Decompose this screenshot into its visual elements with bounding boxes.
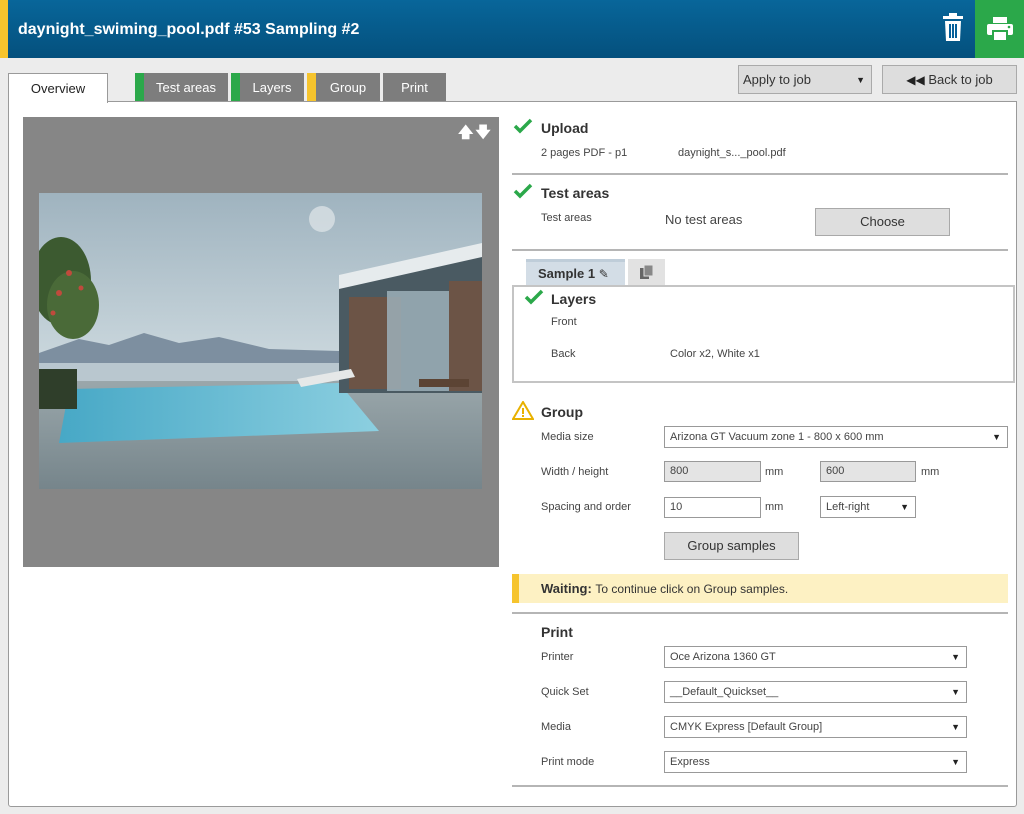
waiting-text: To continue click on Group samples. bbox=[595, 582, 789, 596]
tab-label: Group bbox=[329, 80, 367, 95]
apply-to-job-label: Apply to job bbox=[743, 72, 811, 87]
copy-sample-button[interactable] bbox=[628, 259, 665, 285]
chevron-down-icon: ▼ bbox=[992, 432, 1001, 442]
width-field[interactable]: 800 bbox=[664, 461, 761, 482]
height-unit: mm bbox=[921, 466, 940, 478]
divider bbox=[512, 173, 1008, 175]
choose-label: Choose bbox=[860, 214, 905, 229]
warning-icon bbox=[512, 401, 534, 420]
printer-icon bbox=[986, 17, 1013, 41]
group-title: Group bbox=[541, 404, 583, 420]
back-to-job-button[interactable]: ◀◀ Back to job bbox=[882, 65, 1017, 94]
move-up-down-icons[interactable]: 🡅🡇 bbox=[458, 122, 493, 147]
tab-overview[interactable]: Overview bbox=[8, 73, 108, 103]
chevron-down-icon: ▼ bbox=[856, 75, 865, 85]
waiting-banner: Waiting: To continue click on Group samp… bbox=[512, 574, 1008, 603]
layers-title: Layers bbox=[551, 291, 597, 307]
media-size-value: Arizona GT Vacuum zone 1 - 800 x 600 mm bbox=[670, 431, 884, 443]
quickset-value: __Default_Quickset__ bbox=[670, 686, 779, 698]
check-icon bbox=[513, 183, 533, 199]
chevron-down-icon: ▼ bbox=[951, 722, 960, 732]
choose-button[interactable]: Choose bbox=[815, 208, 950, 236]
tab-status-flag bbox=[307, 73, 316, 102]
tab-status-flag bbox=[231, 73, 240, 102]
chevron-down-icon: ▼ bbox=[951, 652, 960, 662]
group-samples-button[interactable]: Group samples bbox=[664, 532, 799, 560]
media-size-select[interactable]: Arizona GT Vacuum zone 1 - 800 x 600 mm … bbox=[664, 426, 1008, 448]
print-mode-value: Express bbox=[670, 756, 710, 768]
quickset-label: Quick Set bbox=[541, 686, 589, 698]
order-select[interactable]: Left-right ▼ bbox=[820, 496, 916, 518]
upload-title: Upload bbox=[541, 120, 589, 136]
sample-tab-label: Sample 1 bbox=[538, 266, 596, 281]
media-select[interactable]: CMYK Express [Default Group] ▼ bbox=[664, 716, 967, 738]
chevron-down-icon: ▼ bbox=[900, 502, 909, 512]
media-size-label: Media size bbox=[541, 431, 594, 443]
layers-back-value: Color x2, White x1 bbox=[670, 348, 760, 360]
tab-print[interactable]: Print bbox=[383, 73, 446, 102]
tab-sample-1[interactable]: Sample 1 ✎ bbox=[526, 259, 625, 285]
tab-layers[interactable]: Layers bbox=[231, 73, 304, 102]
check-icon bbox=[513, 118, 533, 134]
height-field[interactable]: 600 bbox=[820, 461, 916, 482]
edit-icon[interactable]: ✎ bbox=[599, 267, 609, 281]
width-height-label: Width / height bbox=[541, 466, 609, 478]
upload-file: daynight_s..._pool.pdf bbox=[678, 147, 786, 159]
width-unit: mm bbox=[765, 466, 784, 478]
printer-value: Oce Arizona 1360 GT bbox=[670, 651, 776, 663]
layers-back-label: Back bbox=[551, 348, 576, 360]
copy-icon bbox=[639, 264, 653, 279]
header-accent bbox=[0, 0, 8, 58]
tab-label: Layers bbox=[252, 80, 292, 95]
order-value: Left-right bbox=[826, 501, 870, 513]
tab-test-areas[interactable]: Test areas bbox=[135, 73, 228, 102]
test-areas-label: Test areas bbox=[541, 212, 592, 224]
spacing-unit: mm bbox=[765, 501, 784, 513]
media-label: Media bbox=[541, 721, 571, 733]
spacing-label: Spacing and order bbox=[541, 501, 631, 513]
divider bbox=[512, 612, 1008, 614]
check-icon bbox=[524, 289, 544, 305]
preview-image bbox=[31, 193, 482, 489]
quickset-select[interactable]: __Default_Quickset__ ▼ bbox=[664, 681, 967, 703]
page-title: daynight_swiming_pool.pdf #53 Sampling #… bbox=[18, 21, 360, 38]
media-value: CMYK Express [Default Group] bbox=[670, 721, 823, 733]
divider bbox=[512, 785, 1008, 787]
spacing-value: 10 bbox=[670, 501, 683, 513]
test-areas-title: Test areas bbox=[541, 185, 610, 201]
tab-label: Test areas bbox=[156, 80, 216, 95]
spacing-field[interactable]: 10 bbox=[664, 497, 761, 518]
chevron-down-icon: ▼ bbox=[951, 687, 960, 697]
print-mode-label: Print mode bbox=[541, 756, 595, 768]
header-bar: daynight_swiming_pool.pdf #53 Sampling #… bbox=[0, 0, 1024, 58]
tab-label: Overview bbox=[30, 81, 86, 96]
waiting-label: Waiting: bbox=[541, 581, 592, 596]
print-title: Print bbox=[541, 624, 573, 640]
width-value: 800 bbox=[670, 465, 689, 477]
print-button[interactable] bbox=[975, 0, 1024, 58]
group-samples-label: Group samples bbox=[687, 538, 776, 553]
upload-pages: 2 pages PDF - p1 bbox=[541, 147, 628, 159]
divider bbox=[512, 249, 1008, 251]
trash-icon[interactable] bbox=[938, 13, 968, 45]
print-mode-select[interactable]: Express ▼ bbox=[664, 751, 967, 773]
height-value: 600 bbox=[826, 465, 845, 477]
chevron-down-icon: ▼ bbox=[951, 757, 960, 767]
test-areas-value: No test areas bbox=[665, 212, 743, 227]
printer-select[interactable]: Oce Arizona 1360 GT ▼ bbox=[664, 646, 967, 668]
tab-group[interactable]: Group bbox=[307, 73, 380, 102]
tab-label: Print bbox=[401, 80, 428, 95]
printer-label: Printer bbox=[541, 651, 574, 663]
back-to-job-label: Back to job bbox=[928, 72, 993, 87]
tab-status-flag bbox=[135, 73, 144, 102]
layers-front-label: Front bbox=[551, 316, 577, 328]
rewind-icon: ◀◀ bbox=[906, 73, 925, 87]
apply-to-job-select[interactable]: Apply to job ▼ bbox=[738, 65, 872, 94]
